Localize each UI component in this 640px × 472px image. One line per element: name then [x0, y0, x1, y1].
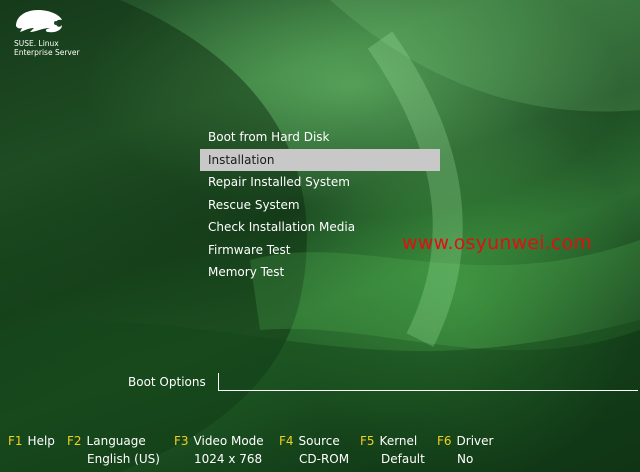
- fkey-f1-label: Help: [27, 434, 55, 448]
- fkey-f4-source[interactable]: F4 Source: [279, 432, 340, 450]
- fkey-f6-key: F6: [437, 434, 452, 448]
- boot-options-label: Boot Options: [128, 375, 206, 389]
- menu-item-repair-installed-system[interactable]: Repair Installed System: [200, 171, 440, 194]
- fkey-f2-label: Language: [86, 434, 146, 448]
- menu-item-rescue-system[interactable]: Rescue System: [200, 194, 440, 217]
- fkey-f3-key: F3: [174, 434, 189, 448]
- suse-logo: SUSE. Linux Enterprise Server: [10, 6, 90, 58]
- brand-line-2: Enterprise Server: [14, 48, 80, 57]
- fkey-f3-video-mode[interactable]: F3 Video Mode: [174, 432, 264, 450]
- boot-options-input[interactable]: [218, 373, 638, 391]
- watermark-text: www.osyunwei.com: [402, 232, 593, 254]
- menu-item-installation[interactable]: Installation: [200, 148, 440, 171]
- fkey-f2-language[interactable]: F2 Language: [67, 432, 146, 450]
- chameleon-icon: [16, 10, 62, 33]
- fkey-f6-label: Driver: [456, 434, 494, 448]
- fkey-f1-help[interactable]: F1 Help: [8, 432, 55, 450]
- fkey-f2-key: F2: [67, 434, 82, 448]
- menu-item-memory-test[interactable]: Memory Test: [200, 261, 440, 284]
- fkey-f4-key: F4: [279, 434, 294, 448]
- menu-item-boot-from-hard-disk[interactable]: Boot from Hard Disk: [200, 126, 440, 149]
- fkey-f5-value: Default: [381, 452, 425, 466]
- fkey-f6-value: No: [457, 452, 474, 466]
- fkey-f5-label: Kernel: [379, 434, 418, 448]
- fkey-f5-key: F5: [360, 434, 375, 448]
- fkey-f3-value: 1024 x 768: [194, 452, 263, 466]
- fkey-f2-value: English (US): [87, 452, 160, 466]
- fkey-f1-key: F1: [8, 434, 23, 448]
- boot-screen: SUSE. Linux Enterprise Server Boot from …: [0, 0, 640, 472]
- fkey-f4-label: Source: [298, 434, 340, 448]
- fkey-f4-value: CD-ROM: [299, 452, 350, 466]
- brand-line-1: SUSE. Linux: [14, 39, 59, 48]
- fkey-f6-driver[interactable]: F6 Driver: [437, 432, 493, 450]
- fkey-f3-label: Video Mode: [193, 434, 264, 448]
- boot-options-row: Boot Options: [128, 373, 640, 393]
- boot-menu: Boot from Hard Disk Installation Repair …: [200, 126, 440, 284]
- fkey-f5-kernel[interactable]: F5 Kernel: [360, 432, 417, 450]
- function-key-bar: F1 Help F2 Language English (US) F3 Video M…: [0, 432, 640, 468]
